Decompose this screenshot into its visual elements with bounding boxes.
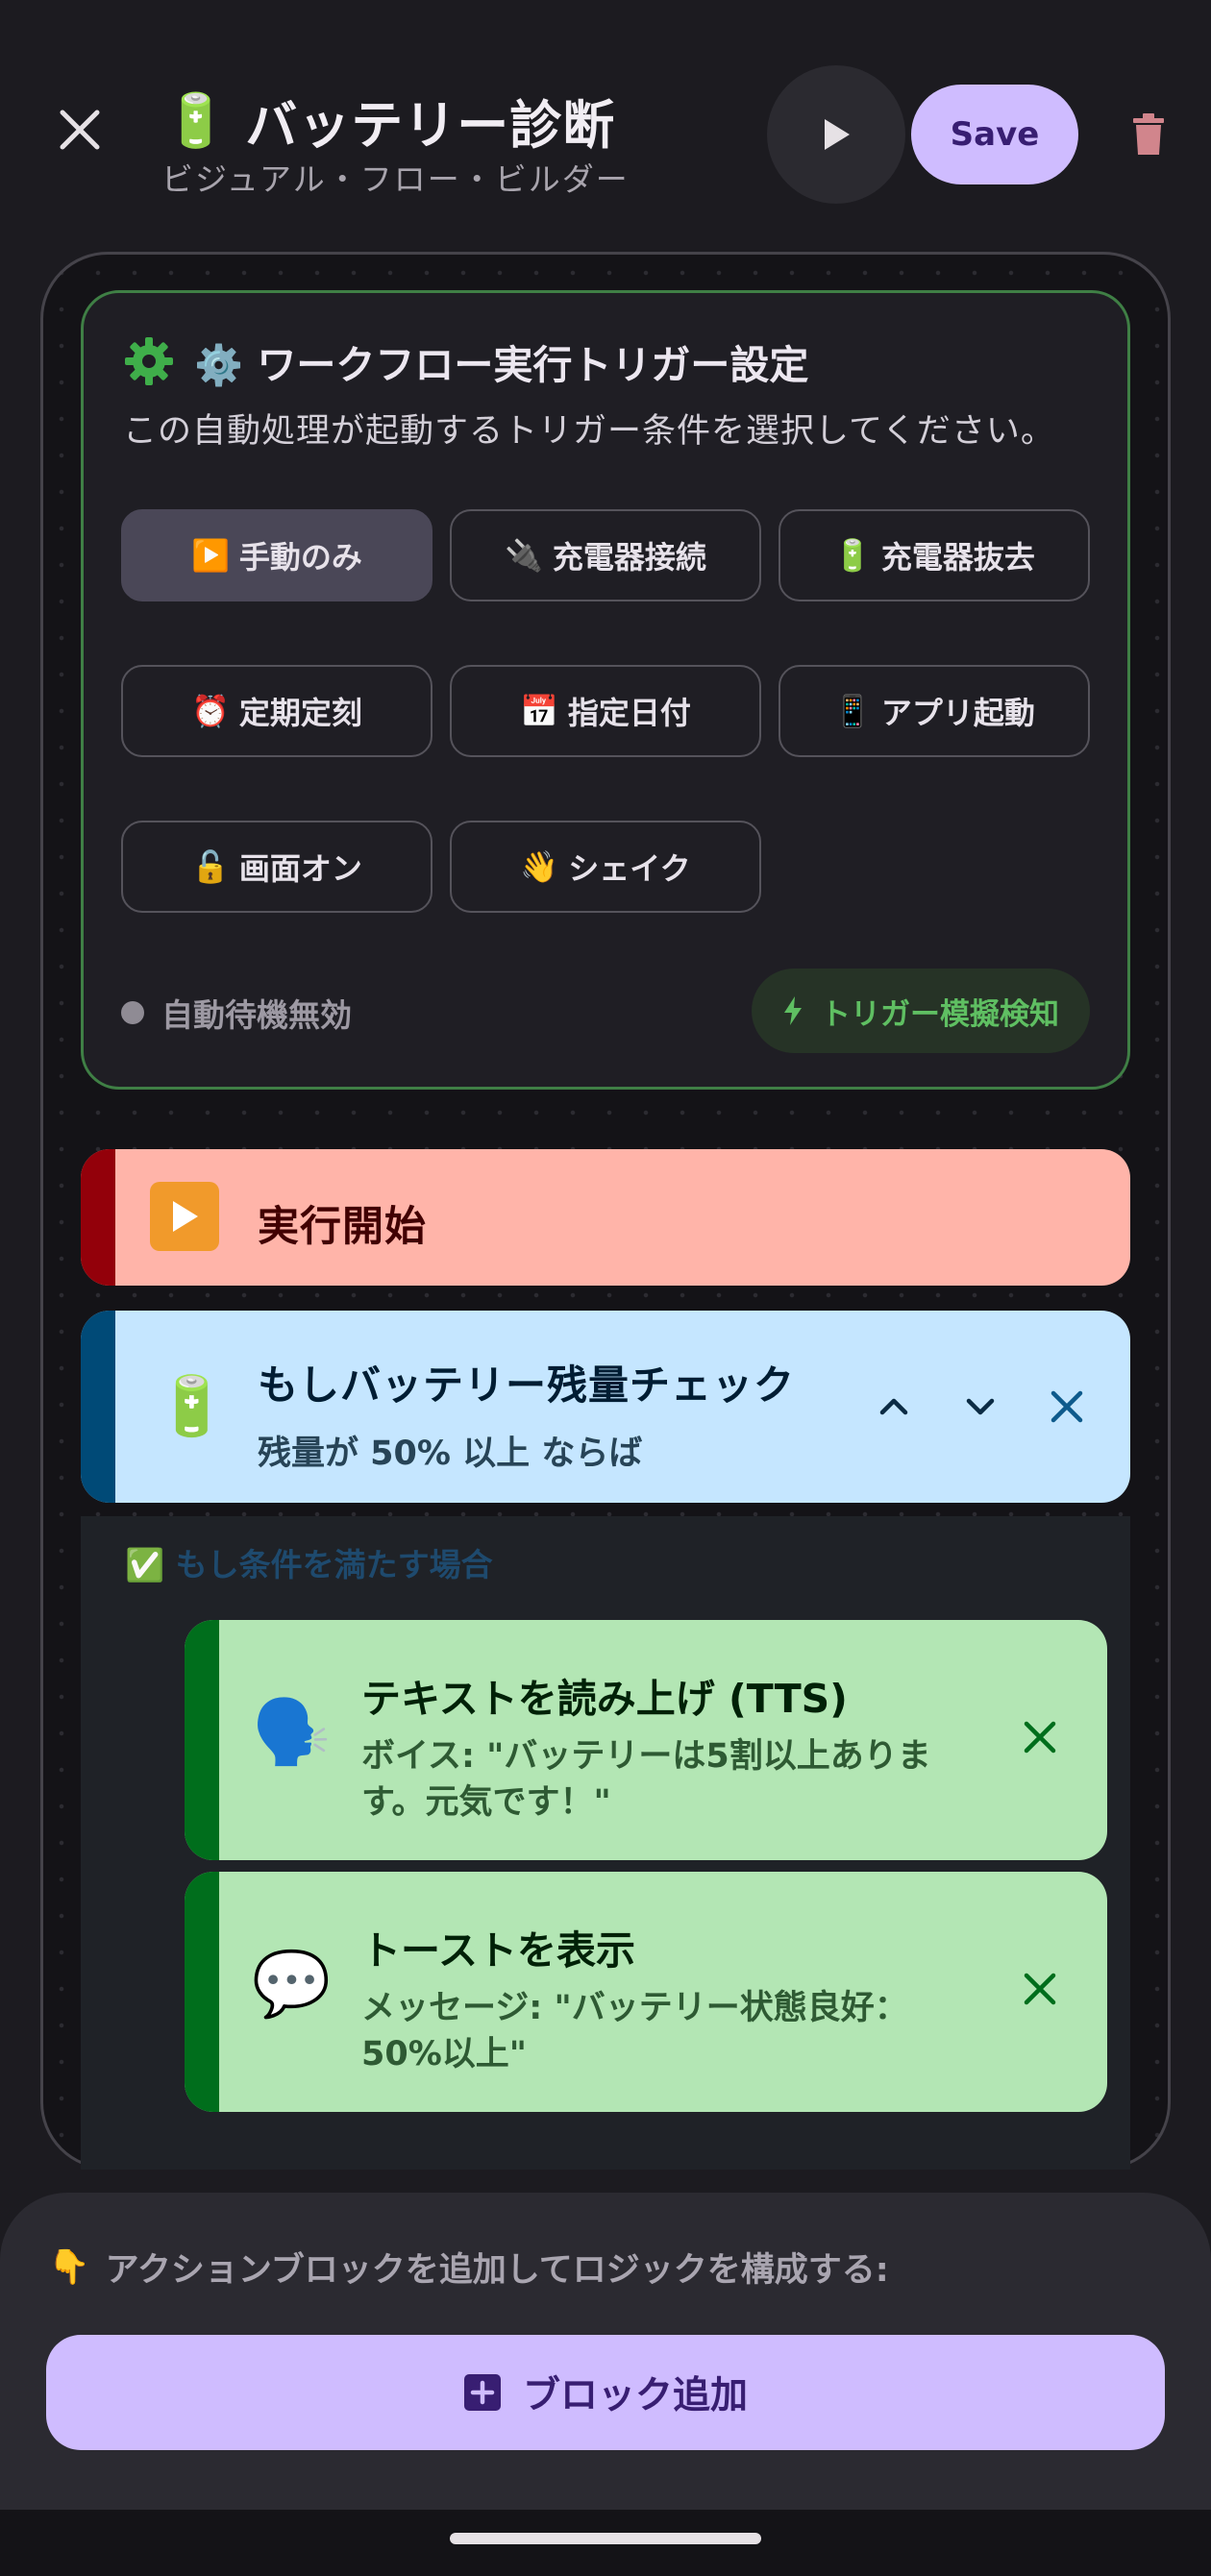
block-color-bar — [185, 1872, 219, 2112]
trigger-description: この自動処理が起動するトリガー条件を選択してください。 — [123, 412, 1055, 451]
trigger-option-label: 画面オン — [238, 850, 362, 887]
close-icon — [1050, 1390, 1083, 1423]
page-subtitle: ビジュアル・フロー・ビルダー — [161, 160, 630, 198]
trigger-option-shake[interactable]: 👋 シェイク — [450, 821, 761, 913]
waving-hand-icon: 👋 — [520, 848, 559, 885]
calendar-icon: 📅 — [520, 693, 558, 729]
plug-icon: 🔌 — [505, 537, 543, 574]
trigger-option-charger-disconnect[interactable]: 🔋 充電器抜去 — [778, 509, 1090, 601]
then-branch-label: ✅ もし条件を満たす場合 — [125, 1546, 493, 1583]
auto-standby-status: 自動待機無効 — [121, 990, 352, 1036]
close-button[interactable] — [48, 98, 111, 161]
trash-icon — [1133, 113, 1164, 155]
trigger-option-label: 充電器接続 — [552, 539, 706, 576]
action-title: トーストを表示 — [361, 1927, 635, 1974]
phone-icon: 📱 — [833, 693, 872, 729]
add-block-hint: 👇 アクションブロックを追加してロジックを構成する: — [48, 2243, 889, 2292]
trigger-option-label: 指定日付 — [567, 695, 691, 731]
trigger-option-label: アプリ起動 — [880, 695, 1035, 731]
chevron-up-icon — [879, 1398, 908, 1415]
alarm-clock-icon: ⏰ — [191, 693, 230, 729]
add-box-icon — [463, 2374, 501, 2411]
add-block-label: ブロック追加 — [522, 2374, 748, 2417]
delete-button[interactable] — [1123, 106, 1174, 163]
close-icon — [60, 110, 100, 150]
status-dot-icon — [121, 1001, 144, 1024]
close-icon — [1024, 1721, 1056, 1754]
save-button[interactable]: Save — [911, 85, 1078, 184]
play-button-icon — [150, 1182, 219, 1251]
trigger-option-label: 充電器抜去 — [880, 539, 1035, 576]
action-title: テキストを読み上げ (TTS) — [361, 1676, 848, 1722]
hint-text: アクションブロックを追加してロジックを構成する: — [105, 2251, 889, 2290]
if-block-title: もしバッテリー残量チェック — [258, 1362, 796, 1409]
remove-action-button[interactable] — [1019, 1716, 1061, 1762]
trigger-option-label: 手動のみ — [238, 539, 362, 576]
status-label: 自動待機無効 — [161, 996, 352, 1034]
trigger-title: ⚙️ ワークフロー実行トリガー設定 — [194, 342, 809, 388]
trigger-title-row: ⚙️ ワークフロー実行トリガー設定 — [123, 332, 808, 390]
move-up-button[interactable] — [873, 1386, 915, 1428]
play-icon — [825, 119, 850, 150]
trigger-option-label: シェイク — [568, 850, 691, 887]
page-title: バッテリー診断 — [245, 95, 616, 156]
tts-action-block[interactable]: 🗣️ テキストを読み上げ (TTS) ボイス: "バッテリーは5割以上あります。… — [185, 1620, 1107, 1860]
block-color-bar — [81, 1311, 115, 1503]
action-detail: メッセージ: "バッテリー状態良好：50%以上" — [361, 1989, 908, 2073]
simulate-trigger-label: トリガー模擬検知 — [821, 996, 1059, 1032]
remove-block-button[interactable] — [1046, 1386, 1088, 1428]
move-down-button[interactable] — [959, 1386, 1001, 1428]
close-icon — [1024, 1973, 1056, 2005]
pointing-down-icon: 👇 — [48, 2248, 90, 2287]
if-block-condition: 残量が 50% 以上 ならば — [258, 1435, 643, 1473]
play-icon: ▶️ — [191, 537, 230, 574]
start-block-label: 実行開始 — [258, 1203, 427, 1251]
gear-icon — [125, 337, 173, 385]
page-title-row: 🔋 バッテリー診断 — [163, 83, 615, 159]
block-color-bar — [185, 1620, 219, 1860]
battery-icon: 🔋 — [156, 1373, 228, 1440]
action-detail: ボイス: "バッテリーは5割以上あります。元気です！" — [361, 1737, 931, 1822]
battery-icon: 🔋 — [833, 537, 872, 574]
simulate-trigger-button[interactable]: トリガー模擬検知 — [752, 969, 1090, 1053]
unlock-icon: 🔓 — [191, 848, 230, 885]
battery-icon: 🔋 — [163, 89, 229, 151]
trigger-option-screen-on[interactable]: 🔓 画面オン — [121, 821, 432, 913]
trigger-option-charger-connect[interactable]: 🔌 充電器接続 — [450, 509, 761, 601]
toast-action-block[interactable]: 💬 トーストを表示 メッセージ: "バッテリー状態良好：50%以上" — [185, 1872, 1107, 2112]
start-block[interactable] — [81, 1149, 1130, 1286]
trigger-option-date[interactable]: 📅 指定日付 — [450, 665, 761, 757]
run-button[interactable] — [767, 65, 905, 204]
bolt-icon — [784, 996, 802, 1025]
trigger-option-label: 定期定刻 — [238, 695, 362, 731]
trigger-option-manual[interactable]: ▶️ 手動のみ — [121, 509, 432, 601]
remove-action-button[interactable] — [1019, 1968, 1061, 2014]
trigger-option-app-launch[interactable]: 📱 アプリ起動 — [778, 665, 1090, 757]
block-color-bar — [81, 1149, 115, 1286]
trigger-option-scheduled[interactable]: ⏰ 定期定刻 — [121, 665, 432, 757]
speaking-head-icon: 🗣️ — [252, 1695, 332, 1769]
home-indicator[interactable] — [450, 2533, 761, 2544]
chevron-down-icon — [966, 1398, 995, 1415]
speech-bubble-icon: 💬 — [252, 1947, 332, 2021]
add-block-button[interactable]: ブロック追加 — [46, 2335, 1165, 2450]
